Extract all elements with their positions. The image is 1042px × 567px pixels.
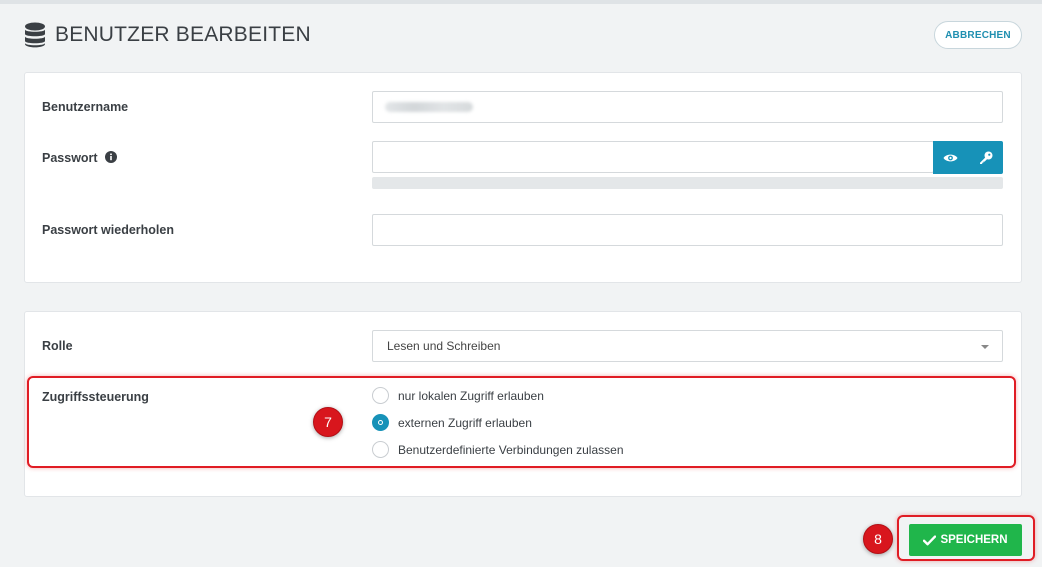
step-marker-8: 8 (863, 524, 893, 554)
role-label: Rolle (42, 339, 73, 353)
account-panel: Benutzername Passwort Passwort wiederhol… (24, 72, 1022, 283)
chevron-down-icon (981, 345, 989, 349)
password-addon-group (933, 141, 1003, 174)
save-button-label: SPEICHERN (940, 534, 1008, 546)
check-icon (923, 534, 937, 545)
save-button[interactable]: SPEICHERN (909, 524, 1022, 556)
generate-password-button[interactable] (968, 141, 1003, 174)
role-select[interactable]: Lesen und Schreiben (372, 330, 1003, 362)
database-icon (25, 22, 45, 48)
step-marker-7: 7 (313, 407, 343, 437)
role-selected-value: Lesen und Schreiben (387, 339, 501, 353)
password-label: Passwort (42, 151, 118, 165)
username-input[interactable] (372, 91, 1003, 123)
password-repeat-input[interactable] (372, 214, 1003, 246)
password-input[interactable] (372, 141, 934, 173)
cancel-button[interactable]: ABBRECHEN (934, 21, 1022, 49)
page-title-text: BENUTZER BEARBEITEN (55, 23, 311, 46)
username-label: Benutzername (42, 100, 129, 114)
eye-icon (943, 154, 958, 161)
blurred-username-value (385, 102, 473, 112)
show-password-button[interactable] (933, 141, 968, 174)
password-strength-bar (372, 177, 1003, 189)
key-icon (979, 151, 992, 164)
page-header: BENUTZER BEARBEITEN ABBRECHEN (24, 20, 1022, 50)
password-label-text: Passwort (42, 151, 98, 165)
access-control-highlight (27, 376, 1016, 468)
top-border (0, 0, 1042, 4)
password-repeat-label: Passwort wiederholen (42, 223, 174, 237)
info-icon[interactable] (105, 151, 118, 163)
page-title: BENUTZER BEARBEITEN (24, 20, 311, 50)
